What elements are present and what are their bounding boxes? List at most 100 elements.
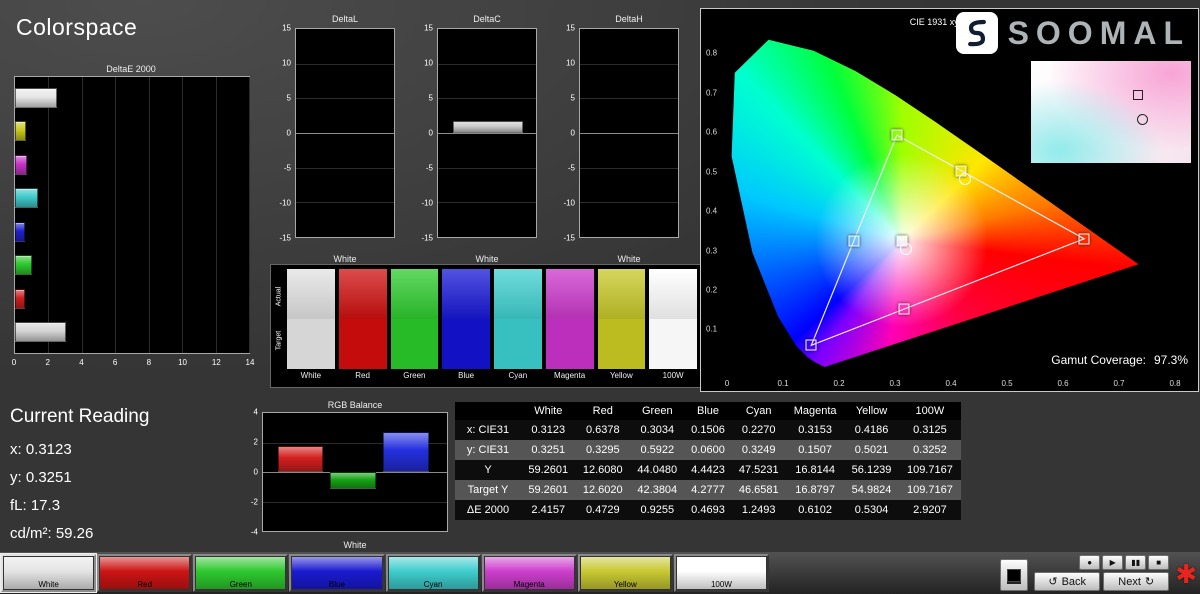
- table-cell: 59.2601: [521, 480, 576, 500]
- reading-x: x: 0.3123: [10, 436, 149, 464]
- actual-swatch: [494, 269, 542, 319]
- page-title: Colorspace: [16, 14, 137, 41]
- table-cell: 4.2777: [685, 480, 732, 500]
- axis-tick: 10: [424, 58, 433, 67]
- table-cell: 42.3804: [630, 480, 685, 500]
- sample-button-blue[interactable]: Blue: [289, 554, 384, 592]
- table-cell: 4.4423: [685, 460, 732, 480]
- sample-button-100w[interactable]: 100W: [674, 554, 769, 592]
- actual-swatch: [339, 269, 387, 319]
- comparison-column-label: 100W: [649, 369, 697, 384]
- deltal-xlabel: White: [295, 254, 395, 264]
- next-icon: ↻: [1145, 575, 1154, 588]
- comparison-column-label: Magenta: [546, 369, 594, 384]
- inset-measured-marker: [1133, 90, 1143, 100]
- table-row-label: ΔE 2000: [455, 500, 521, 520]
- sample-button-cyan[interactable]: Cyan: [386, 554, 481, 592]
- display-mode-button[interactable]: [1000, 559, 1028, 591]
- table-row-label: Y: [455, 460, 521, 480]
- axis-tick: 5: [429, 93, 433, 102]
- measurement-table: WhiteRedGreenBlueCyanMagentaYellow100Wx:…: [455, 402, 961, 520]
- table-cell: 0.4186: [844, 420, 899, 440]
- asterisk-logo-icon: ✱: [1175, 557, 1197, 591]
- rgb-balance-yaxis: 420-2-4: [246, 412, 260, 532]
- table-cell: 0.2270: [731, 420, 786, 440]
- monitor-icon: [1007, 569, 1021, 582]
- axis-tick: -5: [284, 163, 291, 172]
- table-header-cell: White: [521, 402, 576, 420]
- sample-button-magenta[interactable]: Magenta: [482, 554, 577, 592]
- deltae-bar-100w: [15, 322, 66, 342]
- stop-button[interactable]: ■: [1148, 555, 1169, 570]
- sample-button-red[interactable]: Red: [97, 554, 192, 592]
- table-cell: 0.5922: [630, 440, 685, 460]
- axis-tick: 10: [282, 58, 291, 67]
- soomal-logo-text: SOOMAL: [1008, 15, 1190, 52]
- play-button[interactable]: ▶: [1102, 555, 1123, 570]
- axis-tick: -2: [251, 498, 258, 507]
- comparison-columns: WhiteRedGreenBlueCyanMagentaYellow100W: [287, 269, 697, 384]
- table-row-label: x: CIE31: [455, 420, 521, 440]
- axis-tick: 15: [424, 24, 433, 33]
- deltae-bar-blue: [15, 222, 25, 242]
- soomal-logo-icon: [956, 12, 998, 54]
- axis-tick: 0.7: [1113, 379, 1124, 388]
- sample-button-white[interactable]: White: [1, 554, 96, 592]
- back-button[interactable]: ↺ Back: [1034, 572, 1100, 591]
- table-cell: 0.0600: [685, 440, 732, 460]
- next-label: Next: [1118, 576, 1141, 588]
- table-cell: 16.8797: [786, 480, 844, 500]
- deltac-title: DeltaC: [437, 14, 537, 24]
- table-cell: 59.2601: [521, 460, 576, 480]
- sample-button-yellow[interactable]: Yellow: [578, 554, 673, 592]
- table-row: x: CIE310.31230.63780.30340.15060.22700.…: [455, 420, 961, 440]
- small-button-row: ●▶▮▮■: [1079, 555, 1169, 570]
- table-cell: 0.6378: [576, 420, 631, 440]
- table-header-cell: Magenta: [786, 402, 844, 420]
- next-button[interactable]: Next ↻: [1103, 572, 1169, 591]
- cie-panel: 0.10.20.30.40.50.60.70.8 00.10.20.30.40.…: [700, 8, 1199, 392]
- target-swatch: [442, 319, 490, 369]
- table-cell: 0.3123: [521, 420, 576, 440]
- deltae-bar-row: [15, 115, 249, 149]
- deltae-bar-cyan: [15, 188, 38, 208]
- deltae-bar-row: [15, 81, 249, 115]
- table-cell: 1.2493: [731, 500, 786, 520]
- table-header-cell: Yellow: [844, 402, 899, 420]
- table-header-row: WhiteRedGreenBlueCyanMagentaYellow100W: [455, 402, 961, 420]
- table-row: Target Y59.260112.602042.38044.277746.65…: [455, 480, 961, 500]
- actual-swatch: [287, 269, 335, 319]
- axis-tick: 0.6: [1057, 379, 1068, 388]
- pause-button[interactable]: ▮▮: [1125, 555, 1146, 570]
- comparison-column-label: White: [287, 369, 335, 384]
- deltae-bar-magenta: [15, 155, 27, 175]
- axis-tick: 2: [254, 438, 258, 447]
- deltal-yaxis: 151050-5-10-15: [273, 28, 293, 238]
- gridline: [438, 168, 536, 169]
- capture-button[interactable]: ●: [1079, 555, 1100, 570]
- table-cell: 2.4157: [521, 500, 576, 520]
- target-swatch: [494, 319, 542, 369]
- table-row-label: y: CIE31: [455, 440, 521, 460]
- table-cell: 0.3251: [521, 440, 576, 460]
- comparison-column-white: White: [287, 269, 335, 384]
- gamut-coverage: Gamut Coverage:97.3%: [1051, 353, 1188, 367]
- comparison-column-green: Green: [391, 269, 439, 384]
- deltal-chart: DeltaL 151050-5-10-15 White: [273, 12, 395, 264]
- back-label: Back: [1062, 576, 1086, 588]
- target-swatch: [287, 319, 335, 369]
- gamut-coverage-value: 97.3%: [1154, 353, 1188, 367]
- rgb-balance-title: RGB Balance: [262, 400, 448, 410]
- axis-tick: 0.4: [945, 379, 956, 388]
- axis-tick: 0.8: [1169, 379, 1180, 388]
- sample-button-green[interactable]: Green: [193, 554, 288, 592]
- nav-controls: ●▶▮▮■ ↺ Back Next ↻ ✱: [1000, 553, 1197, 591]
- axis-tick: 10: [178, 358, 187, 367]
- gridline: [296, 202, 394, 203]
- gridline: [580, 168, 678, 169]
- table-cell: 0.5021: [844, 440, 899, 460]
- comparison-column-blue: Blue: [442, 269, 490, 384]
- deltae-bar-red: [15, 289, 25, 309]
- gridline: [249, 77, 250, 353]
- comparison-column-cyan: Cyan: [494, 269, 542, 384]
